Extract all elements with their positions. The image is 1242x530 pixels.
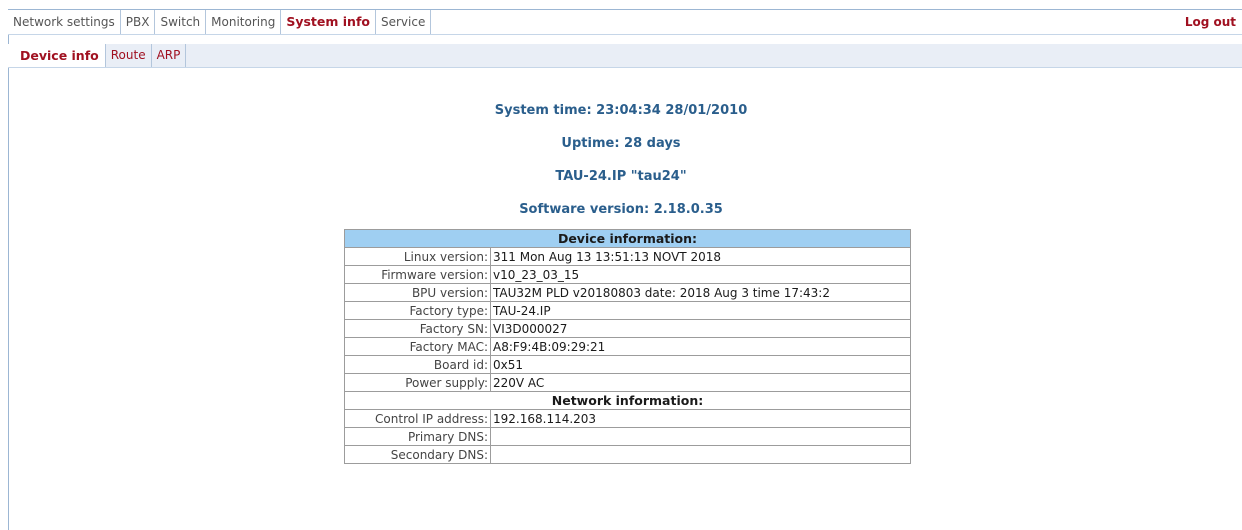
row-label: Control IP address: (344, 409, 491, 428)
row-value: 220V AC (490, 373, 911, 392)
device-information-header: Device information: (344, 229, 911, 248)
row-label: Firmware version: (344, 265, 491, 284)
table-row: BPU version: TAU32M PLD v20180803 date: … (344, 283, 911, 302)
row-label: Secondary DNS: (344, 445, 491, 464)
subtab-route[interactable]: Route (106, 44, 152, 67)
table-row: Factory SN: VI3D000027 (344, 319, 911, 338)
subtab-device-info[interactable]: Device info (8, 44, 106, 67)
row-value: A8:F9:4B:09:29:21 (490, 337, 911, 356)
row-label: Board id: (344, 355, 491, 374)
row-value: VI3D000027 (490, 319, 911, 338)
row-value: 0x51 (490, 355, 911, 374)
device-info-table: Device information: Linux version: 311 M… (344, 229, 911, 464)
table-row: Factory type: TAU-24.IP (344, 301, 911, 320)
tab-system-info[interactable]: System info (281, 10, 376, 34)
network-information-header: Network information: (344, 391, 911, 410)
row-value: 311 Mon Aug 13 13:51:13 NOVT 2018 (490, 247, 911, 266)
table-row: Secondary DNS: (344, 445, 911, 464)
row-value: TAU32M PLD v20180803 date: 2018 Aug 3 ti… (490, 283, 911, 302)
row-label: Linux version: (344, 247, 491, 266)
software-version: Software version: 2.18.0.35 (519, 202, 723, 217)
row-value: TAU-24.IP (490, 301, 911, 320)
device-name: TAU-24.IP "tau24" (555, 169, 687, 184)
tab-switch[interactable]: Switch (155, 10, 207, 34)
table-row: Primary DNS: (344, 427, 911, 446)
subtab-arp[interactable]: ARP (152, 44, 187, 67)
left-frame-border (8, 9, 9, 530)
row-label: Factory MAC: (344, 337, 491, 356)
row-label: Primary DNS: (344, 427, 491, 446)
logout-link[interactable]: Log out (1179, 10, 1242, 34)
row-label: BPU version: (344, 283, 491, 302)
uptime: Uptime: 28 days (561, 136, 681, 151)
sub-navigation: Device info Route ARP (8, 44, 1242, 68)
row-value: v10_23_03_15 (490, 265, 911, 284)
system-time: System time: 23:04:34 28/01/2010 (494, 103, 748, 118)
tab-pbx[interactable]: PBX (121, 10, 156, 34)
table-row: Linux version: 311 Mon Aug 13 13:51:13 N… (344, 247, 911, 266)
row-label: Power supply: (344, 373, 491, 392)
row-label: Factory SN: (344, 319, 491, 338)
tab-monitoring[interactable]: Monitoring (206, 10, 282, 34)
table-row: Power supply: 220V AC (344, 373, 911, 392)
row-value (490, 427, 911, 446)
row-label: Factory type: (344, 301, 491, 320)
table-row: Control IP address: 192.168.114.203 (344, 409, 911, 428)
row-value (490, 445, 911, 464)
tab-service[interactable]: Service (376, 10, 432, 34)
table-row: Firmware version: v10_23_03_15 (344, 265, 911, 284)
row-value: 192.168.114.203 (490, 409, 911, 428)
tab-network-settings[interactable]: Network settings (8, 10, 121, 34)
table-row: Factory MAC: A8:F9:4B:09:29:21 (344, 337, 911, 356)
main-navigation: Network settings PBX Switch Monitoring S… (8, 9, 1242, 35)
table-row: Board id: 0x51 (344, 355, 911, 374)
